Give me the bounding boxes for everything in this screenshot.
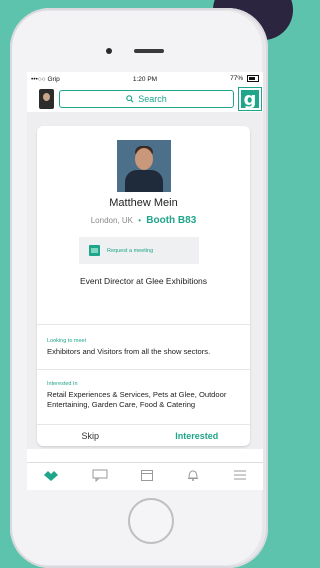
app-screen: •••○○ Grip 1:20 PM 77% Search g Matthew …	[27, 72, 263, 490]
status-bar: •••○○ Grip 1:20 PM 77%	[27, 72, 263, 86]
clock: 1:20 PM	[132, 75, 158, 83]
interested-in-label: Interested In	[47, 381, 78, 387]
meta-separator: •	[138, 216, 142, 225]
user-avatar[interactable]	[39, 89, 54, 109]
job-title: Event Director at Glee Exhibitions	[79, 276, 208, 286]
divider	[37, 424, 250, 425]
battery-percent: 77%	[230, 75, 244, 83]
top-nav: Search g	[27, 86, 263, 112]
looking-to-meet-label: Looking to meet	[47, 338, 87, 344]
battery-status: 77%	[230, 75, 259, 83]
looking-to-meet-text: Exhibitors and Visitors from all the sho…	[47, 347, 211, 356]
menu-icon[interactable]	[233, 468, 247, 486]
tab-bar	[27, 462, 263, 490]
profile-photo	[117, 140, 171, 192]
search-label: Search	[138, 94, 167, 104]
card-actions: Skip Interested	[37, 426, 250, 446]
chat-icon[interactable]	[92, 468, 108, 487]
request-meeting-button[interactable]: Request a meeting	[79, 237, 199, 264]
camera-dot	[106, 48, 112, 54]
home-button[interactable]	[128, 498, 174, 544]
divider	[37, 369, 250, 370]
interested-in-text: Retail Experiences & Services, Pets at G…	[47, 390, 227, 409]
handshake-icon[interactable]	[43, 468, 59, 487]
glee-logo[interactable]: g	[239, 88, 261, 110]
battery-icon	[247, 75, 259, 83]
profile-card: Matthew Mein London, UK • Booth B83 Requ…	[37, 126, 250, 446]
bell-icon[interactable]	[186, 468, 200, 487]
search-bar[interactable]: Search	[59, 90, 234, 108]
carrier-label: •••○○ Grip	[31, 75, 60, 83]
profile-meta: London, UK • Booth B83	[37, 215, 250, 226]
divider	[37, 324, 250, 325]
search-icon	[126, 95, 134, 103]
booth-number[interactable]: Booth B83	[146, 215, 196, 226]
speaker-grille	[134, 49, 164, 53]
request-meeting-label: Request a meeting	[107, 247, 154, 254]
content-area: Matthew Mein London, UK • Booth B83 Requ…	[27, 112, 263, 449]
interested-button[interactable]: Interested	[144, 431, 251, 441]
profile-location: London, UK	[90, 216, 133, 225]
skip-button[interactable]: Skip	[37, 431, 144, 441]
calendar-icon	[89, 245, 100, 256]
calendar-icon[interactable]	[140, 468, 154, 487]
profile-name: Matthew Mein	[109, 197, 178, 209]
